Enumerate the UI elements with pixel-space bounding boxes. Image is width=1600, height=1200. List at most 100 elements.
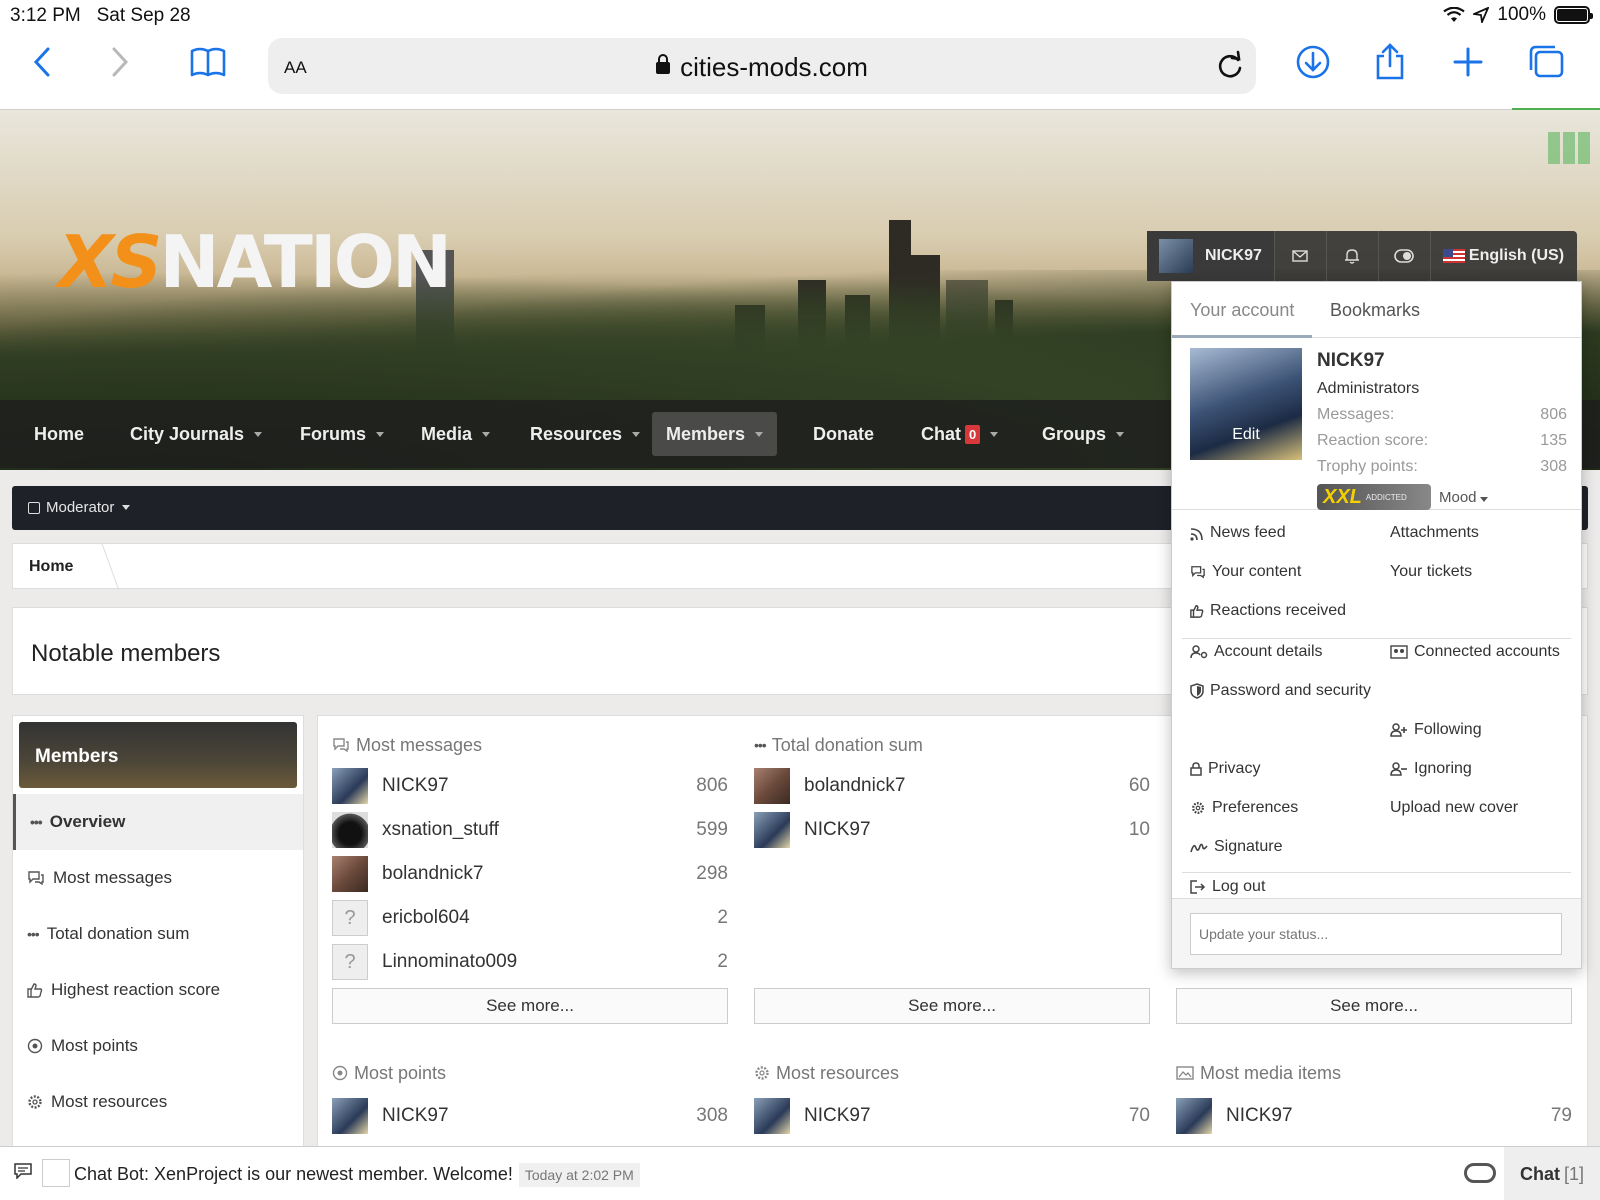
- site-logo[interactable]: XSNATION: [58, 220, 452, 304]
- list-header[interactable]: ••• Total donation sum: [754, 732, 1150, 758]
- list-item[interactable]: bolandnick7 60: [754, 764, 1150, 808]
- chevron-down-icon[interactable]: [990, 431, 999, 437]
- see-more-button[interactable]: See more...: [754, 988, 1150, 1024]
- status-input[interactable]: [1190, 913, 1562, 955]
- chevron-down-icon[interactable]: [482, 431, 491, 437]
- link-preferences[interactable]: Preferences: [1190, 795, 1298, 821]
- link-connected-accounts[interactable]: Connected accounts: [1390, 639, 1570, 665]
- chevron-down-icon[interactable]: [1116, 431, 1125, 437]
- tab-bookmarks[interactable]: Bookmarks: [1330, 300, 1420, 321]
- list-header[interactable]: Most points: [332, 1060, 728, 1086]
- latest-chat-message[interactable]: Chat Bot: XenProject is our newest membe…: [74, 1163, 640, 1187]
- sidebar-item-most-resources[interactable]: Most resources: [13, 1074, 303, 1130]
- reload-icon: [1218, 50, 1242, 78]
- nav-city-journals[interactable]: City Journals: [116, 412, 276, 456]
- list-item[interactable]: bolandnick7 298: [332, 852, 728, 896]
- see-more-button[interactable]: See more...: [332, 988, 728, 1024]
- avatar[interactable]: [754, 768, 790, 804]
- chevron-down-icon[interactable]: [632, 431, 641, 437]
- nav-donate[interactable]: Donate: [799, 412, 888, 456]
- sidebar-item-most-points[interactable]: Most points: [13, 1018, 303, 1074]
- chat-open-button[interactable]: Chat [1]: [1504, 1147, 1600, 1200]
- sidebar-item-most-messages[interactable]: Most messages: [13, 850, 303, 906]
- chevron-down-icon[interactable]: [254, 431, 263, 437]
- moderator-menu[interactable]: Moderator: [28, 499, 131, 516]
- nav-home[interactable]: Home: [20, 412, 98, 456]
- avatar[interactable]: [1176, 1098, 1212, 1134]
- list-item[interactable]: NICK97 70: [754, 1094, 1150, 1138]
- link-password-security[interactable]: Password and security: [1190, 678, 1380, 704]
- nav-media[interactable]: Media: [407, 412, 504, 456]
- language-selector[interactable]: English (US): [1429, 231, 1576, 281]
- back-button[interactable]: [20, 40, 64, 84]
- plus-icon: [1453, 47, 1483, 77]
- link-attachments[interactable]: Attachments: [1390, 520, 1479, 546]
- chat-toggle[interactable]: [1464, 1163, 1496, 1183]
- banner-widget-icon[interactable]: [1548, 132, 1590, 164]
- list-item[interactable]: ? Linnominato009 2: [332, 940, 728, 984]
- avatar[interactable]: [332, 856, 368, 892]
- chevron-down-icon[interactable]: [376, 431, 385, 437]
- nav-resources[interactable]: Resources: [516, 412, 654, 456]
- avatar[interactable]: [754, 812, 790, 848]
- downloads-button[interactable]: [1291, 40, 1335, 84]
- address-bar[interactable]: AA cities-mods.com: [268, 38, 1256, 94]
- list-item[interactable]: NICK97 79: [1176, 1094, 1572, 1138]
- list-header[interactable]: Most messages: [332, 732, 728, 758]
- avatar[interactable]: [332, 812, 368, 848]
- mood-selector[interactable]: Mood: [1439, 489, 1488, 506]
- sidebar-item-highest-reaction[interactable]: Highest reaction score: [13, 962, 303, 1018]
- list-item[interactable]: ? ericbol604 2: [332, 896, 728, 940]
- link-privacy[interactable]: Privacy: [1190, 756, 1260, 782]
- link-news-feed[interactable]: News feed: [1190, 520, 1286, 546]
- page-title: Notable members: [31, 640, 221, 667]
- link-upload-cover[interactable]: Upload new cover: [1390, 795, 1518, 821]
- list-item[interactable]: xsnation_stuff 599: [332, 808, 728, 852]
- list-header[interactable]: Most resources: [754, 1060, 1150, 1086]
- avatar[interactable]: [332, 1098, 368, 1134]
- avatar-placeholder[interactable]: ?: [332, 900, 368, 936]
- account-menu-toggle[interactable]: NICK97: [1147, 231, 1274, 281]
- see-more-button[interactable]: See more...: [1176, 988, 1572, 1024]
- nav-chat[interactable]: Chat 0: [907, 412, 1012, 456]
- edit-avatar-link[interactable]: Edit: [1190, 426, 1302, 444]
- theme-toggle-button[interactable]: [1377, 231, 1430, 281]
- list-item[interactable]: NICK97 806: [332, 764, 728, 808]
- nav-groups[interactable]: Groups: [1028, 412, 1138, 456]
- reload-button[interactable]: [1216, 50, 1244, 85]
- share-button[interactable]: [1368, 40, 1412, 84]
- avatar[interactable]: [754, 1098, 790, 1134]
- link-ignoring[interactable]: Ignoring: [1390, 756, 1472, 782]
- avatar-placeholder[interactable]: ?: [332, 944, 368, 980]
- link-your-tickets[interactable]: Your tickets: [1390, 559, 1472, 585]
- chevron-down-icon[interactable]: [755, 431, 764, 437]
- forward-button[interactable]: [98, 40, 142, 84]
- link-account-details[interactable]: Account details: [1190, 639, 1323, 665]
- list-header[interactable]: Most media items: [1176, 1060, 1572, 1086]
- tabs-button[interactable]: [1524, 40, 1568, 84]
- members-sidebar: Members ••• Overview Most messages ••• Tot…: [12, 715, 304, 1155]
- link-log-out[interactable]: Log out: [1190, 874, 1265, 900]
- breadcrumb-home[interactable]: Home: [29, 558, 73, 576]
- new-tab-button[interactable]: [1446, 40, 1490, 84]
- avatar[interactable]: [332, 768, 368, 804]
- location-icon: [1473, 7, 1490, 23]
- chevron-left-icon: [33, 47, 50, 77]
- profile-username[interactable]: NICK97: [1317, 350, 1567, 372]
- profile-avatar[interactable]: Edit: [1190, 348, 1302, 460]
- list-item[interactable]: NICK97 10: [754, 808, 1150, 852]
- nav-forums[interactable]: Forums: [286, 412, 398, 456]
- link-reactions-received[interactable]: Reactions received: [1190, 598, 1346, 624]
- list-item[interactable]: NICK97 308: [332, 1094, 728, 1138]
- inbox-button[interactable]: [1273, 231, 1326, 281]
- tab-your-account[interactable]: Your account: [1190, 300, 1294, 321]
- alerts-button[interactable]: [1325, 231, 1378, 281]
- link-signature[interactable]: Signature: [1190, 834, 1283, 860]
- link-following[interactable]: Following: [1390, 717, 1482, 743]
- sidebar-item-overview[interactable]: ••• Overview: [13, 794, 303, 850]
- bookmarks-button[interactable]: [186, 40, 230, 84]
- sidebar-item-total-donation[interactable]: ••• Total donation sum: [13, 906, 303, 962]
- chat-message-icon[interactable]: [14, 1163, 32, 1184]
- nav-members[interactable]: Members: [652, 412, 778, 456]
- link-your-content[interactable]: Your content: [1190, 559, 1301, 585]
